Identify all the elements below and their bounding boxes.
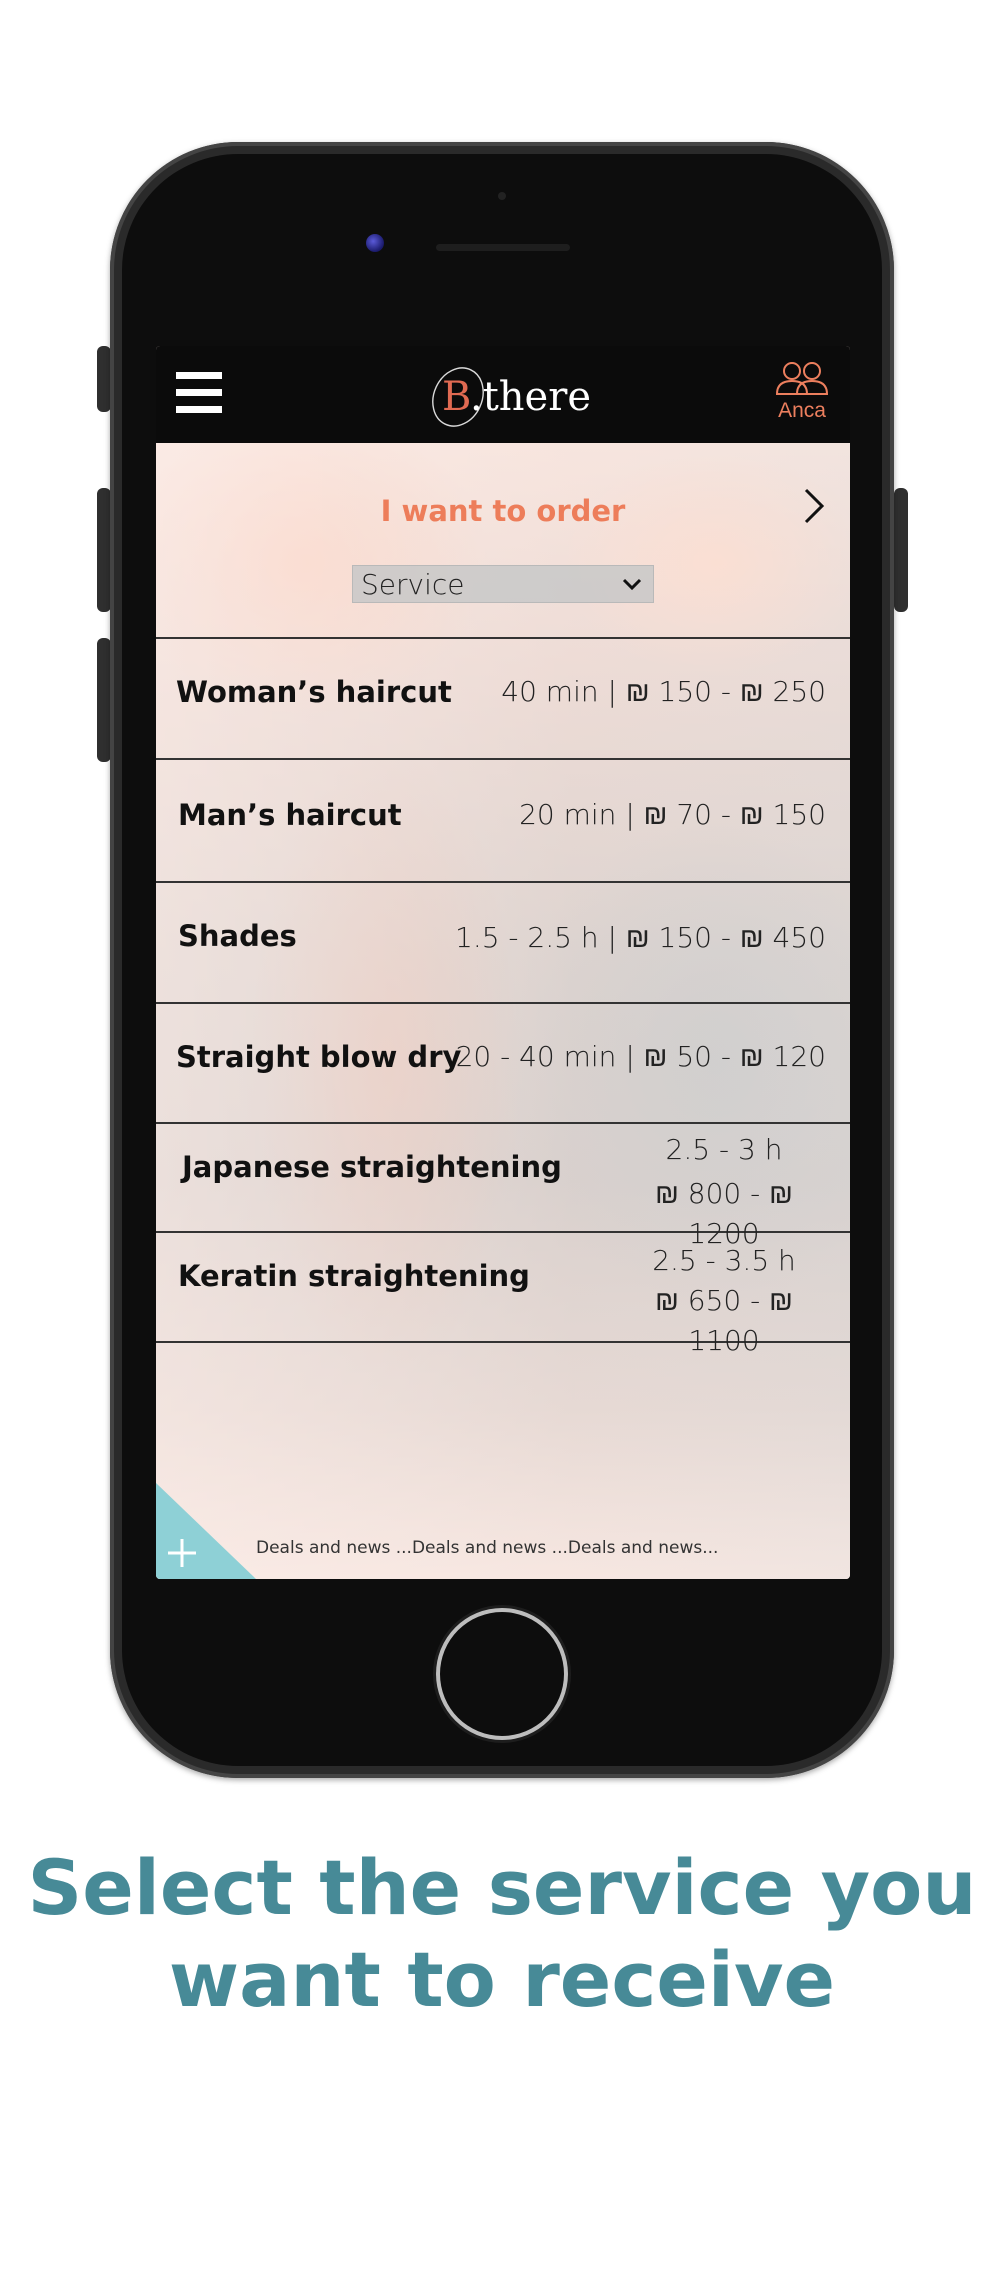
deals-ticker[interactable]: Deals and news ...Deals and news ...Deal…	[256, 1538, 718, 1558]
service-row-straight-blow-dry[interactable]: Straight blow dry 20 - 40 min | ₪ 50 - ₪…	[156, 1004, 850, 1122]
caption-line-1: Select the service you	[27, 1843, 977, 1932]
chevron-down-icon	[622, 578, 642, 591]
home-button	[436, 1608, 568, 1740]
service-list: Woman’s haircut 40 min | ₪ 150 - ₪ 250 M…	[156, 637, 850, 1357]
service-row-womans-haircut[interactable]: Woman’s haircut 40 min | ₪ 150 - ₪ 250	[156, 639, 850, 758]
service-row-shades[interactable]: Shades 1.5 - 2.5 h | ₪ 150 - ₪ 450	[156, 883, 850, 1002]
user-name: Anca	[778, 399, 826, 422]
volume-up-button	[97, 488, 111, 612]
service-detail: 1.5 - 2.5 h | ₪ 150 - ₪ 450	[455, 921, 826, 954]
service-detail: 20 - 40 min | ₪ 50 - ₪ 120	[455, 1040, 826, 1073]
users-icon	[775, 362, 829, 395]
add-button[interactable]	[156, 1483, 256, 1579]
service-name: Man’s haircut	[178, 798, 402, 832]
svg-text:.there: .there	[470, 374, 591, 420]
hamburger-icon[interactable]	[176, 372, 222, 414]
service-name: Straight blow dry	[176, 1040, 462, 1074]
brand-logo: B .there	[420, 360, 600, 430]
service-name: Shades	[178, 919, 297, 953]
proximity-sensor	[498, 192, 506, 200]
svg-text:B: B	[442, 374, 471, 420]
service-price: ₪ 650 - ₪ 1100	[655, 1284, 793, 1357]
order-title: I want to order	[380, 494, 626, 528]
promo-caption: Select the service you want to receive	[0, 1842, 1004, 2026]
front-camera	[366, 234, 384, 252]
caption-line-2: want to receive	[168, 1935, 836, 2024]
mute-switch	[97, 346, 111, 412]
logo-graphic: B .there	[432, 367, 591, 427]
service-row-mans-haircut[interactable]: Man’s haircut 20 min | ₪ 70 - ₪ 150	[156, 760, 850, 881]
service-name: Japanese straightening	[182, 1150, 562, 1184]
power-button	[894, 488, 908, 612]
earpiece-speaker	[436, 244, 570, 251]
volume-down-button	[97, 638, 111, 762]
service-detail: 20 min | ₪ 70 - ₪ 150	[519, 798, 826, 831]
service-detail: 40 min | ₪ 150 - ₪ 250	[501, 675, 826, 708]
app-screen: B .there Anca I want to order Service Wo…	[156, 346, 850, 1579]
service-duration: 2.5 - 3.5 h	[652, 1244, 796, 1277]
service-row-japanese-straightening[interactable]: Japanese straightening 2.5 - 3 h ₪ 800 -…	[156, 1124, 850, 1250]
app-header: B .there Anca	[156, 346, 850, 443]
user-profile[interactable]: Anca	[762, 360, 842, 432]
service-select[interactable]: Service	[352, 565, 654, 603]
service-select-value: Service	[361, 568, 465, 601]
service-name: Keratin straightening	[178, 1259, 530, 1293]
chevron-right-icon[interactable]	[800, 486, 828, 526]
service-row-keratin-straightening[interactable]: Keratin straightening 2.5 - 3.5 h ₪ 650 …	[156, 1233, 850, 1357]
service-name: Woman’s haircut	[176, 675, 452, 709]
service-duration: 2.5 - 3 h	[665, 1133, 783, 1166]
